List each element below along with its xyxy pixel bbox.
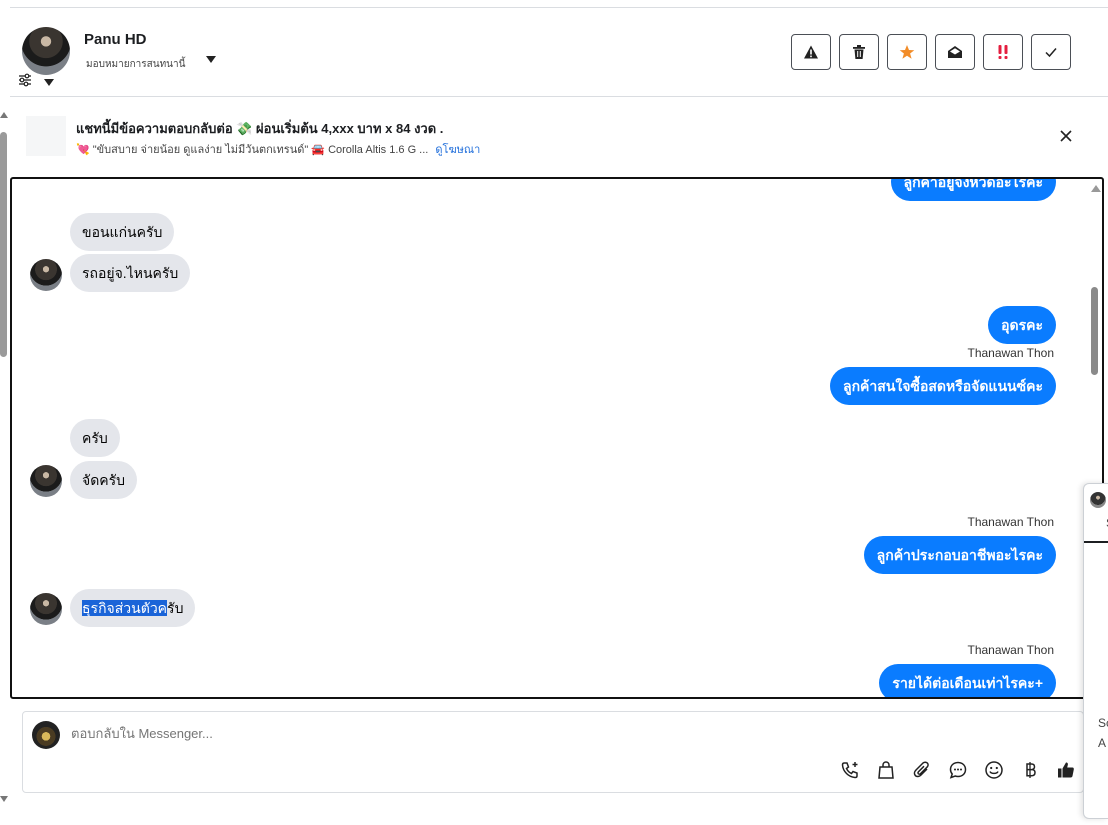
- sender-name: Thanawan Thon: [967, 515, 1054, 529]
- shop-button[interactable]: [875, 759, 897, 781]
- envelope-open-icon: [948, 46, 962, 58]
- reply-input[interactable]: [71, 726, 771, 741]
- ad-subtitle: 💘 "ขับสบาย จ่ายน้อย ดูแลง่าย ไม่มีวันตกเ…: [76, 140, 480, 158]
- page-avatar: [32, 721, 60, 749]
- chevron-down-icon[interactable]: [44, 79, 54, 86]
- ad-description: 💘 "ขับสบาย จ่ายน้อย ดูแลง่าย ไม่มีวันตกเ…: [76, 144, 429, 156]
- conversation-actions: [791, 34, 1071, 70]
- scroll-up-arrow[interactable]: [0, 112, 8, 118]
- assign-conversation-label[interactable]: มอบหมายการสนทนานี้: [86, 57, 185, 72]
- message-incoming[interactable]: ธุรกิจส่วนตัวครับ: [70, 589, 196, 627]
- star-icon: [899, 45, 915, 59]
- popup-text-fragment: Sc: [1098, 716, 1108, 730]
- star-button[interactable]: [887, 34, 927, 70]
- call-button[interactable]: [839, 759, 861, 781]
- attach-button[interactable]: [911, 759, 933, 781]
- baht-icon: [1026, 762, 1036, 778]
- mark-unread-button[interactable]: [935, 34, 975, 70]
- sender-avatar[interactable]: [30, 259, 62, 291]
- sender-name: Thanawan Thon: [967, 346, 1054, 360]
- composer-toolbar: [839, 759, 1077, 781]
- message-thread[interactable]: ลูกค้าอยู่จังหวัดอะไรคะ ขอนแก่นครับ รถอย…: [10, 177, 1104, 699]
- exclamation-icon: [998, 45, 1008, 59]
- message-outgoing[interactable]: อุดรคะ: [988, 306, 1056, 344]
- message-incoming[interactable]: ขอนแก่นครับ: [70, 213, 175, 251]
- ad-title: แชทนี้มีข้อความตอบกลับต่อ 💸 ผ่อนเริ่มต้น…: [76, 121, 444, 136]
- sender-name: Thanawan Thon: [967, 643, 1054, 657]
- message-outgoing[interactable]: ลูกค้าอยู่จังหวัดอะไรคะ: [890, 179, 1056, 201]
- close-icon[interactable]: [1058, 128, 1074, 144]
- emoji-button[interactable]: [983, 759, 1005, 781]
- scroll-up-arrow[interactable]: [1091, 185, 1101, 192]
- paperclip-icon: [913, 761, 929, 778]
- reply-composer: [22, 711, 1084, 793]
- like-button[interactable]: [1055, 759, 1077, 781]
- bag-icon: [878, 761, 894, 779]
- call-add-icon: [841, 762, 858, 779]
- scroll-thumb[interactable]: [0, 132, 7, 357]
- message-outgoing[interactable]: รายได้ต่อเดือนเท่าไรคะ+: [879, 664, 1056, 697]
- view-ad-link[interactable]: ดูโฆษณา: [435, 144, 480, 156]
- contact-name[interactable]: Panu HD: [84, 31, 147, 48]
- sliders-icon[interactable]: [18, 73, 32, 87]
- conversation-header: Panu HD มอบหมายการสนทนานี้: [10, 9, 1108, 97]
- scroll-thumb[interactable]: [1091, 287, 1098, 375]
- payment-button[interactable]: [1019, 759, 1041, 781]
- message-text: รับ: [167, 600, 184, 616]
- report-button[interactable]: [791, 34, 831, 70]
- top-border: [10, 0, 1108, 8]
- saved-replies-button[interactable]: [947, 759, 969, 781]
- sender-avatar[interactable]: [30, 465, 62, 497]
- emoji-icon: [985, 761, 1003, 779]
- warning-icon: [804, 45, 818, 59]
- page-scrollbar[interactable]: [0, 112, 8, 802]
- contact-avatar[interactable]: [22, 27, 70, 75]
- side-popup[interactable]: S Sc A: [1083, 483, 1108, 819]
- scroll-down-arrow[interactable]: [0, 796, 8, 802]
- message-outgoing[interactable]: ลูกค้าประกอบอาชีพอะไรคะ: [863, 536, 1056, 574]
- chevron-down-icon[interactable]: [206, 56, 216, 63]
- thumbs-up-icon: [1058, 762, 1074, 778]
- delete-button[interactable]: [839, 34, 879, 70]
- done-button[interactable]: [1031, 34, 1071, 70]
- inbox-conversation-view: Panu HD มอบหมายการสนทนานี้ แชทนี้มีข้อคว…: [0, 0, 1108, 825]
- ad-thumbnail[interactable]: [26, 116, 66, 156]
- popup-text-fragment: A: [1098, 736, 1107, 750]
- check-icon: [1045, 48, 1057, 58]
- message-outgoing[interactable]: ลูกค้าสนใจซื้อสดหรือจัดแนนซ์คะ: [830, 367, 1056, 405]
- sender-avatar[interactable]: [30, 593, 62, 625]
- selected-text: ธุรกิจส่วนตัวค: [82, 600, 168, 616]
- message-incoming[interactable]: ครับ: [70, 419, 120, 457]
- message-incoming[interactable]: จัดครับ: [70, 461, 138, 499]
- divider: [1084, 541, 1108, 543]
- message-incoming[interactable]: รถอยู่จ.ไหนครับ: [70, 254, 191, 292]
- avatar: [1090, 492, 1106, 508]
- important-button[interactable]: [983, 34, 1023, 70]
- trash-icon: [853, 45, 865, 59]
- ad-reply-banner: แชทนี้มีข้อความตอบกลับต่อ 💸 ผ่อนเริ่มต้น…: [10, 98, 1108, 172]
- chat-bubble-icon: [949, 761, 967, 779]
